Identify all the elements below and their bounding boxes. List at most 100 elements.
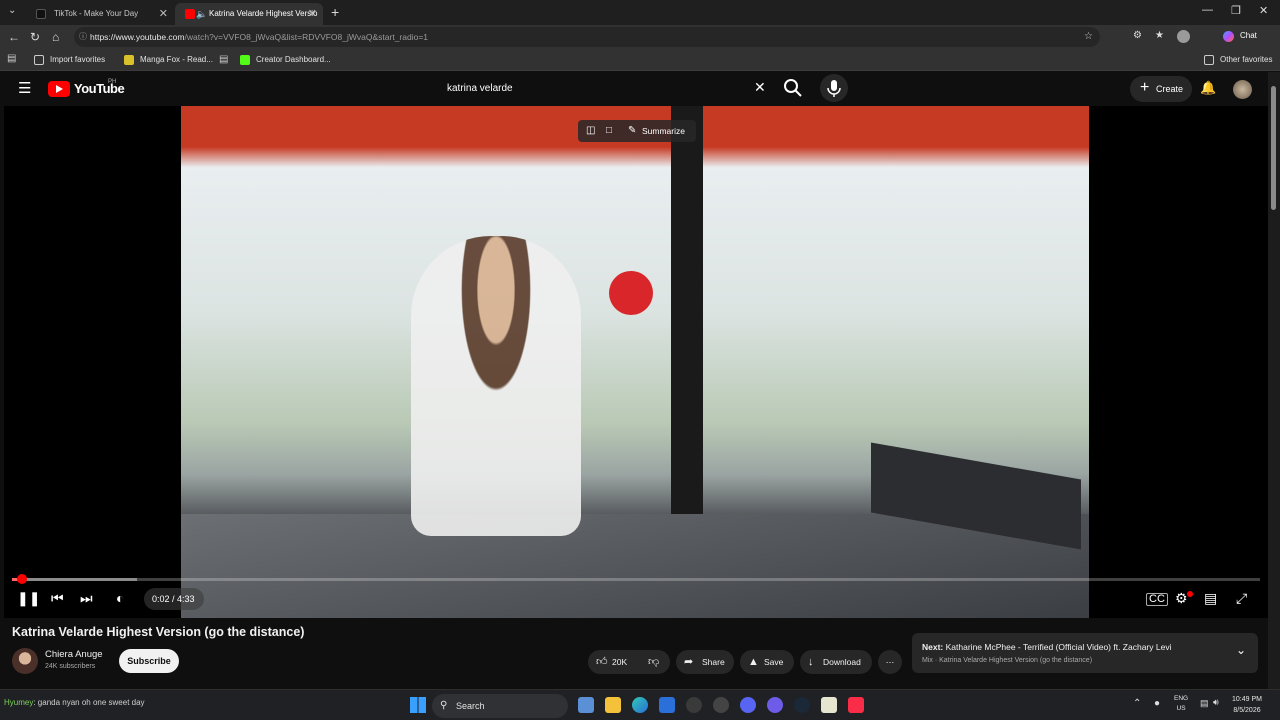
home-icon[interactable]: ⌂ [52,30,59,44]
create-button[interactable]: Create [1130,75,1192,102]
summarize-icon: ✎ [628,125,637,136]
volume-icon[interactable]: ◐ [116,590,124,606]
steam-icon[interactable] [794,697,810,713]
extensions-icon[interactable]: ⚙ [1133,30,1142,41]
site-info-icon[interactable]: ⓘ [79,27,87,47]
summarize-button[interactable]: ◫ □ ✎ Summarize [578,120,696,142]
taskbar-search[interactable]: ⚲ Search [432,694,568,718]
search-icon[interactable] [782,77,804,99]
region-code: US [1176,705,1186,712]
copilot-icon[interactable] [1223,31,1234,42]
close-tab-icon[interactable]: ✕ [159,3,168,25]
save-label: Save [764,657,784,667]
settings-icon[interactable]: ⚙ [1175,590,1188,607]
bookmark-other-favorites[interactable]: Other favorites [1204,49,1272,71]
save-button[interactable]: ▲ Save [740,650,794,674]
edge-browser-icon[interactable] [632,697,648,713]
buffer-bar [12,578,137,581]
time-display: 0:02 / 4:33 [144,588,204,610]
bookmark-import-favorites[interactable]: Import favorites [34,49,105,71]
bookmark-label: Other favorites [1220,55,1273,64]
speaker-icon[interactable]: 🔈 [196,3,207,25]
windows-start-icon[interactable] [410,697,426,713]
share-button[interactable]: ➦ Share [676,650,734,674]
close-tab-icon[interactable]: ✕ [308,3,317,25]
account-avatar[interactable] [1233,80,1252,99]
download-button[interactable]: ↓ Download [800,650,872,674]
task-view-icon[interactable] [578,697,594,713]
tab-youtube[interactable]: 🔈 Katrina Velarde Highest Versio ✕ [175,3,323,25]
tab-label: Katrina Velarde Highest Versio [209,9,318,18]
file-explorer-icon[interactable] [605,697,621,713]
screen-capture-icon[interactable]: □ [606,120,612,142]
notepad-icon[interactable] [821,697,837,713]
reload-icon[interactable]: ↻ [30,30,40,44]
new-tab-button[interactable]: + [331,4,339,20]
youtube-header: ☰ YouTube PH katrina velarde ✕ Create 🔔 [4,72,1268,106]
search-input[interactable]: katrina velarde [438,74,778,104]
minimize-icon[interactable]: — [1202,4,1213,16]
dislike-button[interactable]: 👎︎ [644,650,670,674]
notifications-bell-icon[interactable]: 🔔 [1200,80,1216,96]
system-clock[interactable]: 10:49 PM 8/5/2026 [1232,694,1262,716]
fullscreen-icon[interactable]: ⤢ [1236,590,1247,607]
tab-tiktok[interactable]: TikTok - Make Your Day ✕ [26,3,174,25]
obs-icon[interactable] [686,697,702,713]
scrollbar-thumb[interactable] [1271,86,1276,210]
url-field[interactable]: ⓘ https://www.youtube.com/watch?v=VVFO8_… [74,27,1100,47]
channel-name[interactable]: Chiera Anuge [45,649,103,660]
youtube-logo-icon[interactable] [48,81,70,97]
chevron-down-icon[interactable]: ⌄ [1236,643,1246,657]
tab-label: TikTok - Make Your Day [54,9,139,18]
up-next-card[interactable]: Next: Katharine McPhee - Terrified (Offi… [912,633,1258,673]
app-icon[interactable] [713,697,729,713]
download-icon: ↓ [808,656,814,668]
captions-icon[interactable]: CC [1146,593,1168,606]
maximize-icon[interactable]: ❐ [1231,4,1241,17]
video-player[interactable]: ◫ □ ✎ Summarize ❚❚ ⏮ ⏭ ◐ 0:02 / 4:33 CC … [4,106,1268,618]
close-window-icon[interactable]: ✕ [1259,4,1268,17]
lang-code: ENG [1174,695,1189,702]
scrubber-handle[interactable] [17,574,27,584]
music-app-icon[interactable] [848,697,864,713]
reading-list-icon[interactable]: ▤ [7,53,16,64]
bookmark-manga-fox[interactable]: Manga Fox - Read... [124,49,213,71]
bookmark-label: Import favorites [50,55,106,64]
profile-avatar[interactable] [1177,30,1190,43]
discord-icon[interactable] [740,697,756,713]
progress-bar[interactable] [12,578,1260,581]
favorite-star-icon[interactable]: ☆ [1084,27,1093,47]
favorites-icon[interactable]: ★ [1155,30,1164,41]
tray-chevron-icon[interactable]: ⌃ [1133,698,1141,709]
clear-search-icon[interactable]: ✕ [754,79,766,96]
channel-avatar[interactable] [12,648,38,674]
video-title: Katrina Velarde Highest Version (go the … [12,625,305,639]
page-scrollbar[interactable] [1268,72,1280,689]
more-actions-button[interactable]: ⋯ [878,650,902,674]
next-icon[interactable]: ⏭ [80,590,93,607]
store-icon[interactable] [659,697,675,713]
bookmark-page-icon[interactable]: ▤ [219,54,228,65]
pause-icon[interactable]: ❚❚ [17,590,40,607]
manga-fox-icon [124,55,134,65]
like-button[interactable]: 👍︎ 20K [588,650,636,674]
volume-tray-icon[interactable]: 🔊︎ [1213,697,1219,708]
menu-icon[interactable]: ☰ [18,79,31,97]
network-icon[interactable]: ▤ [1200,698,1209,709]
subscriber-count: 24K subscribers [45,663,96,670]
previous-icon[interactable]: ⏮ [51,590,64,607]
discord-canary-icon[interactable] [767,697,783,713]
subscribe-button[interactable]: Subscribe [119,649,179,673]
video-frame[interactable] [181,106,1089,618]
youtube-logo-text[interactable]: YouTube [74,81,125,96]
theater-mode-icon[interactable]: ▤ [1204,590,1217,607]
chat-label[interactable]: Chat [1240,31,1257,40]
back-icon[interactable]: ← [8,30,20,44]
share-icon: ➦ [684,656,694,668]
pip-icon[interactable]: ◫ [586,120,595,142]
language-indicator[interactable]: ENG US [1174,694,1188,714]
bookmark-creator-dashboard[interactable]: Creator Dashboard... [240,49,331,71]
tray-microphone-icon[interactable]: ● [1154,698,1160,709]
voice-search-button[interactable] [820,74,848,102]
tab-actions-icon[interactable]: ⌄ [8,5,16,16]
